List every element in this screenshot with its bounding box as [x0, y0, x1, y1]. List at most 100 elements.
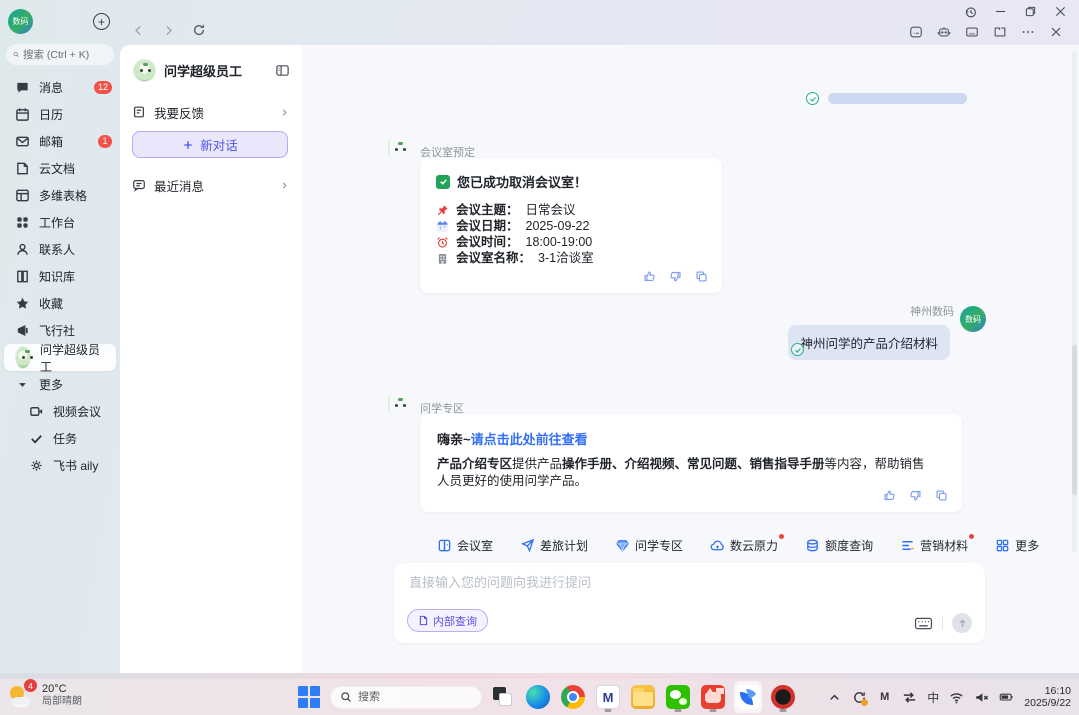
assistant-avatar	[133, 59, 156, 82]
close-tab-icon[interactable]	[1049, 25, 1063, 39]
banner-icon[interactable]	[965, 25, 979, 39]
new-chat-button[interactable]: 新对话	[132, 131, 288, 158]
avatar[interactable]: 数码	[8, 9, 33, 34]
card-title: 您已成功取消会议室！	[457, 172, 587, 191]
taskbar-search[interactable]	[330, 686, 482, 709]
volume-muted-icon[interactable]	[974, 690, 989, 705]
minimize-button[interactable]	[994, 5, 1007, 18]
field-label: 会议室名称：	[456, 250, 531, 266]
message-input[interactable]	[409, 575, 849, 590]
calendar-icon	[15, 107, 30, 122]
sidebar-item-tasks[interactable]: 任务	[0, 425, 120, 452]
sidebar-item-favorites[interactable]: 收藏	[0, 290, 120, 317]
dark-circle-app-icon[interactable]	[769, 681, 797, 713]
pushpin-icon	[436, 204, 449, 217]
arrows-tray-icon[interactable]	[902, 690, 917, 705]
taskbar-weather-widget[interactable]: 4 20°C 局部晴朗	[9, 682, 82, 708]
global-search[interactable]	[6, 44, 114, 65]
bot-avatar[interactable]	[388, 138, 390, 157]
forward-button[interactable]	[162, 24, 175, 37]
thumbs-down-icon[interactable]	[669, 270, 682, 283]
refresh-button[interactable]	[192, 23, 206, 37]
sidebar-item-wiki[interactable]: 知识库	[0, 263, 120, 290]
popout-icon[interactable]	[993, 25, 1007, 39]
bot-message-meeting: 会议室预定 您已成功取消会议室！ 会议主题： 日常会议 会议日期： 202	[388, 139, 728, 157]
back-button[interactable]	[132, 24, 145, 37]
search-input[interactable]	[23, 49, 107, 61]
quick-action-meeting-room[interactable]: 会议室	[437, 537, 493, 554]
battery-icon[interactable]	[999, 690, 1014, 705]
thumbs-up-icon[interactable]	[883, 489, 896, 502]
maximize-button[interactable]	[1024, 5, 1037, 18]
chrome-app-icon[interactable]	[559, 681, 587, 713]
quick-action-travel-plan[interactable]: 差旅计划	[520, 537, 588, 554]
copy-icon[interactable]	[935, 489, 948, 502]
wechat-app-icon[interactable]	[664, 681, 692, 713]
sidebar-item-calendar[interactable]: 日历	[0, 101, 120, 128]
feedback-item[interactable]: 我要反馈	[132, 100, 290, 124]
quick-action-more[interactable]: 更多	[995, 537, 1039, 554]
unread-badge: 12	[94, 81, 112, 94]
sidebar-item-wenxue-assistant[interactable]: 问学超级员工	[4, 344, 116, 371]
meeting-field-row: 会议时间： 18:00-19:00	[436, 234, 706, 250]
thumbs-up-icon[interactable]	[643, 270, 656, 283]
check-icon	[29, 431, 44, 446]
sync-tray-icon[interactable]	[852, 690, 867, 705]
sidebar-item-video-meeting[interactable]: 视频会议	[0, 398, 120, 425]
user-message-bubble[interactable]: 神州问学的产品介绍材料	[788, 325, 950, 360]
history-icon[interactable]	[964, 5, 977, 18]
m-app-icon[interactable]: M	[594, 681, 622, 713]
sidebar-item-messages[interactable]: 消息 12	[0, 74, 120, 101]
bot-icon[interactable]	[937, 25, 951, 39]
sidebar-item-contacts[interactable]: 联系人	[0, 236, 120, 263]
keyboard-icon[interactable]	[914, 616, 933, 631]
taskbar-clock[interactable]: 16:10 2025/9/22	[1024, 685, 1071, 710]
system-tray: M 中 16:10 2025/9/22	[827, 679, 1071, 715]
quick-action-label: 数云原力	[730, 537, 778, 554]
view-link[interactable]: 请点击此处前往查看	[471, 432, 588, 447]
hidden-icons-chevron[interactable]	[827, 690, 842, 705]
more-icon[interactable]	[1021, 25, 1035, 39]
sidebar-item-workbench[interactable]: 工作台	[0, 209, 120, 236]
service-desk-icon[interactable]	[909, 25, 923, 39]
sidebar-item-label: 更多	[39, 376, 63, 393]
sidebar-item-mail[interactable]: 邮箱 1	[0, 128, 120, 155]
file-explorer-icon[interactable]	[629, 681, 657, 713]
add-button[interactable]: +	[93, 13, 110, 30]
thumbs-down-icon[interactable]	[909, 489, 922, 502]
internal-query-pill[interactable]: 内部查询	[407, 609, 488, 632]
card-title-row: 您已成功取消会议室！	[436, 172, 706, 191]
copy-icon[interactable]	[695, 270, 708, 283]
sidebar-item-base[interactable]: 多维表格	[0, 182, 120, 209]
recent-messages-item[interactable]: 最近消息	[132, 173, 290, 197]
close-window-button[interactable]	[1054, 5, 1067, 18]
clock-date: 2025/9/22	[1024, 697, 1071, 710]
collapse-panel-icon[interactable]	[275, 63, 290, 78]
message-placeholder-bar	[828, 93, 967, 104]
quick-action-quota-query[interactable]: 额度查询	[805, 537, 873, 554]
weather-icon: 4	[9, 682, 35, 708]
quick-action-marketing-material[interactable]: 营销材料	[900, 537, 968, 554]
quick-action-wenxue-zone[interactable]: 问学专区	[615, 537, 683, 554]
doc-icon	[418, 615, 429, 626]
sidebar-item-more[interactable]: 更多	[0, 371, 120, 398]
bot-avatar[interactable]	[388, 394, 390, 413]
red-cat-app-icon[interactable]	[699, 681, 727, 713]
ime-indicator[interactable]: 中	[927, 689, 939, 706]
message-composer[interactable]: 内部查询	[394, 563, 985, 643]
sidebar-item-aily[interactable]: 飞书 aily	[0, 452, 120, 479]
user-avatar[interactable]: 数码	[960, 306, 986, 332]
task-view-button[interactable]	[489, 681, 517, 713]
quick-action-shuyun[interactable]: 数云原力	[710, 537, 778, 554]
edge-app-icon[interactable]	[524, 681, 552, 713]
start-button[interactable]	[295, 681, 323, 713]
wifi-icon[interactable]	[949, 690, 964, 705]
gear-icon	[29, 458, 44, 473]
send-button[interactable]	[952, 613, 972, 633]
scrollbar-thumb[interactable]	[1072, 345, 1077, 495]
m-tray-icon[interactable]: M	[877, 690, 892, 705]
taskbar-search-input[interactable]	[358, 691, 458, 703]
sidebar-item-docs[interactable]: 云文档	[0, 155, 120, 182]
feishu-app-icon[interactable]	[734, 681, 762, 713]
card-actions	[643, 270, 708, 283]
